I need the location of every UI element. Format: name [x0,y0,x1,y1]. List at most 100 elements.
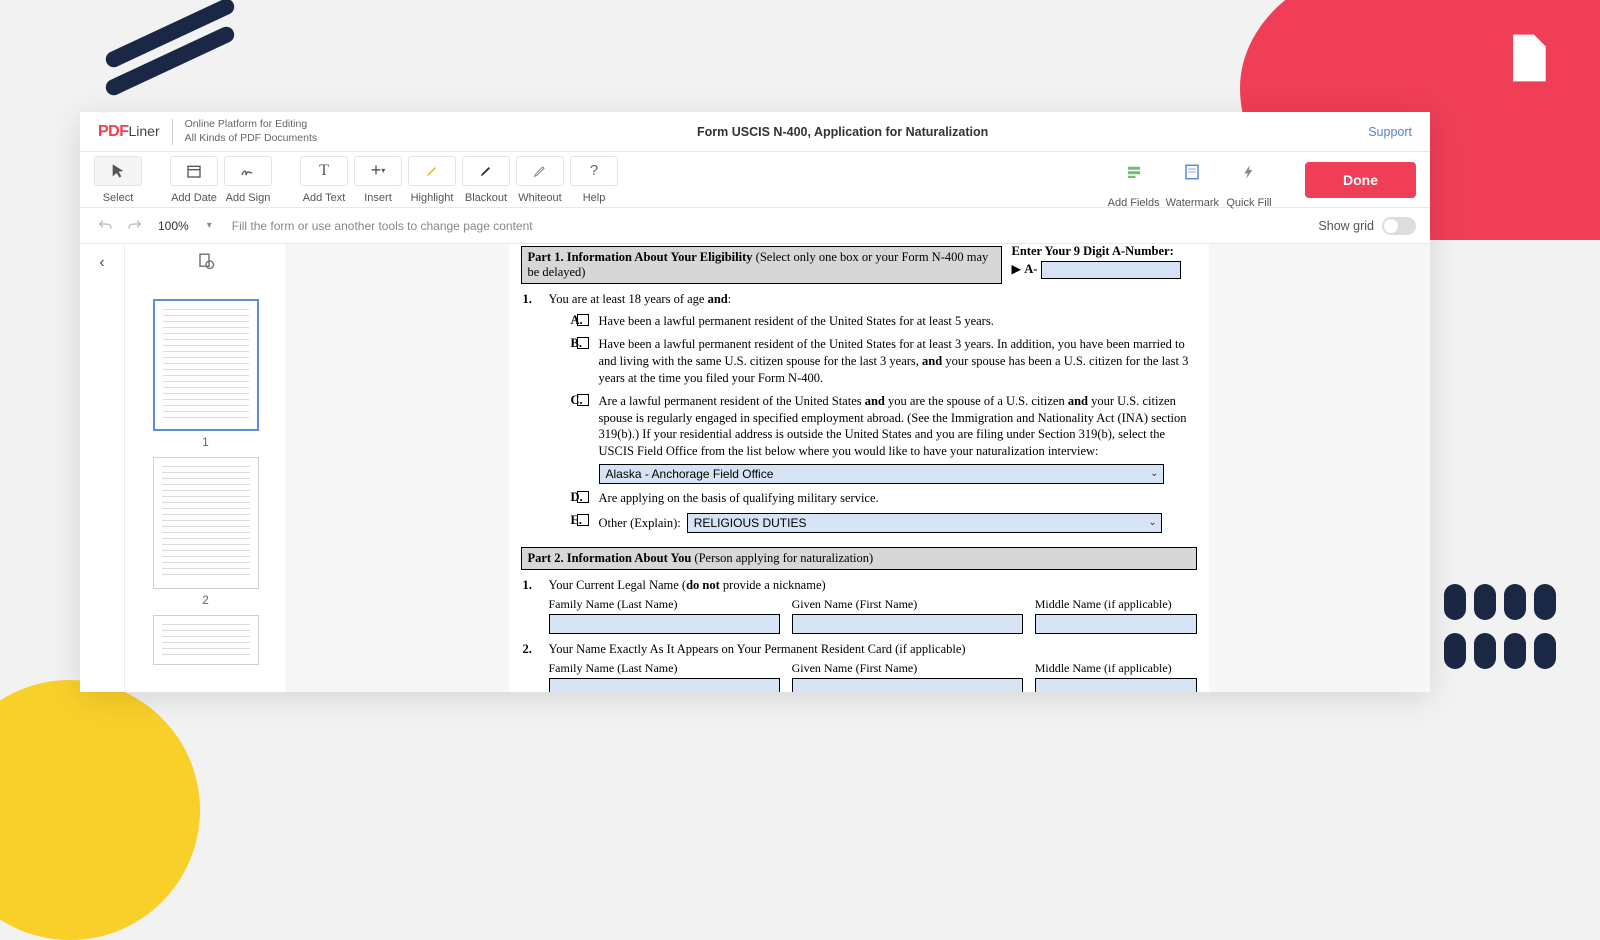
show-grid-toggle[interactable] [1382,217,1416,235]
watermark-button[interactable]: Watermark [1166,150,1219,209]
tagline-line1: Online Platform for Editing [185,118,317,131]
field-office-value: Alaska - Anchorage Field Office [606,466,774,482]
optE-label: Other (Explain): [599,515,681,532]
logo-liner: Liner [129,123,160,139]
p2q1-bold: do not [686,578,720,592]
help-icon: ? [585,162,603,180]
part2-header: Part 2. Information About You (Person ap… [521,547,1197,570]
bolt-icon [1240,163,1258,181]
document-title: Form USCIS N-400, Application for Natura… [697,125,988,139]
insert-button[interactable]: +▾ Insert [354,156,402,204]
help-label: Help [583,192,606,204]
highlight-button[interactable]: Highlight [408,156,456,204]
part2-label: Part 2. Information About You [528,551,695,565]
blackout-label: Blackout [465,192,507,204]
zoom-value: 100% [158,219,189,233]
optB-text: Have been a lawful permanent resident of… [599,336,1197,387]
anumber-input[interactable] [1041,261,1181,279]
header-left: PDFLiner Online Platform for Editing All… [98,118,317,144]
optA-text: Have been a lawful permanent resident of… [599,313,1197,330]
family-name-input-2[interactable] [549,678,780,692]
q1-number: 1. [521,292,549,533]
sub-toolbar: 100% ▾ Fill the form or use another tool… [80,208,1430,244]
p2q1-post: provide a nickname) [720,578,826,592]
decor-yellow-blob [0,680,200,940]
insert-label: Insert [364,192,392,204]
zoom-select[interactable]: 100% ▾ [158,219,212,233]
chevron-down-icon: ▾ [207,220,212,231]
thumbnail-2-label: 2 [137,593,274,607]
anumber-label: Enter Your 9 Digit A-Number: [1012,244,1197,259]
back-button[interactable]: ‹ [99,254,104,272]
optA-letter: A. [549,313,577,328]
given-name-input[interactable] [792,614,1023,634]
redo-button[interactable] [124,215,146,237]
toolbar: Select Add Date Add Sign T Add Text +▾ I… [80,152,1430,208]
optA-checkbox[interactable] [577,314,589,326]
whiteout-label: Whiteout [518,192,561,204]
p2q2-text: Your Name Exactly As It Appears on Your … [549,642,966,656]
calendar-icon [185,162,203,180]
thumbnails-scroll[interactable]: 1 2 [125,283,286,692]
add-fields-button[interactable]: Add Fields [1108,150,1160,209]
part1-label: Part 1. Information About Your Eligibili… [528,250,756,264]
cursor-icon [109,162,127,180]
thumbnail-page-2[interactable] [153,457,259,589]
optD-text: Are applying on the basis of qualifying … [599,490,1197,507]
q1-text-bold: and [708,292,728,306]
add-date-button[interactable]: Add Date [170,156,218,204]
add-text-button[interactable]: T Add Text [300,156,348,204]
add-sign-button[interactable]: Add Sign [224,156,272,204]
app-window: PDFLiner Online Platform for Editing All… [80,112,1430,692]
blackout-button[interactable]: Blackout [462,156,510,204]
decor-navy-dots [1440,580,1560,720]
given-name-input-2[interactable] [792,678,1023,692]
highlight-label: Highlight [411,192,454,204]
watermark-icon [1183,163,1201,181]
middle-name-input-2[interactable] [1035,678,1197,692]
field-office-select[interactable]: Alaska - Anchorage Field Office ⌄ [599,464,1164,484]
thumbnail-page-1[interactable] [153,299,259,431]
done-button[interactable]: Done [1305,162,1416,198]
highlight-icon [423,162,441,180]
family-label: Family Name (Last Name) [549,597,780,612]
select-button[interactable]: Select [94,156,142,204]
plus-icon: +▾ [369,162,387,180]
thumbnail-1-label: 1 [137,435,274,449]
side-nav: ‹ [80,244,125,692]
add-sign-label: Add Sign [226,192,271,204]
fields-icon [1125,163,1143,181]
add-date-label: Add Date [171,192,217,204]
q1-text-pre: You are at least 18 years of age [549,292,708,306]
other-explain-value: RELIGIOUS DUTIES [694,515,807,531]
logo-divider [172,119,173,145]
canvas[interactable]: Part 1. Information About Your Eligibili… [287,244,1430,692]
help-button[interactable]: ? Help [570,156,618,204]
quick-fill-button[interactable]: Quick Fill [1225,150,1273,209]
optD-checkbox[interactable] [577,491,589,503]
family-name-input[interactable] [549,614,780,634]
thumbnails-panel: 1 2 [125,244,287,692]
support-link[interactable]: Support [1368,125,1412,139]
optC-letter: C. [549,393,577,408]
chevron-down-icon: ⌄ [1148,516,1156,530]
blackout-icon [477,162,495,180]
thumbnail-page-3[interactable] [153,615,259,665]
thumbnail-settings-icon[interactable] [197,257,215,274]
undo-button[interactable] [94,215,116,237]
text-icon: T [315,162,333,180]
optC-checkbox[interactable] [577,394,589,406]
optB-checkbox[interactable] [577,337,589,349]
show-grid-label: Show grid [1318,219,1374,233]
optE-checkbox[interactable] [577,514,589,526]
optC-text: Are a lawful permanent resident of the U… [599,393,1197,485]
pdf-icon [1499,30,1555,91]
family-label-2: Family Name (Last Name) [549,661,780,676]
anumber-prefix: A- [1024,262,1037,276]
other-explain-select[interactable]: RELIGIOUS DUTIES ⌄ [687,513,1162,533]
header-bar: PDFLiner Online Platform for Editing All… [80,112,1430,152]
optE-letter: E. [549,513,577,528]
given-label: Given Name (First Name) [792,597,1023,612]
whiteout-button[interactable]: Whiteout [516,156,564,204]
middle-name-input[interactable] [1035,614,1197,634]
